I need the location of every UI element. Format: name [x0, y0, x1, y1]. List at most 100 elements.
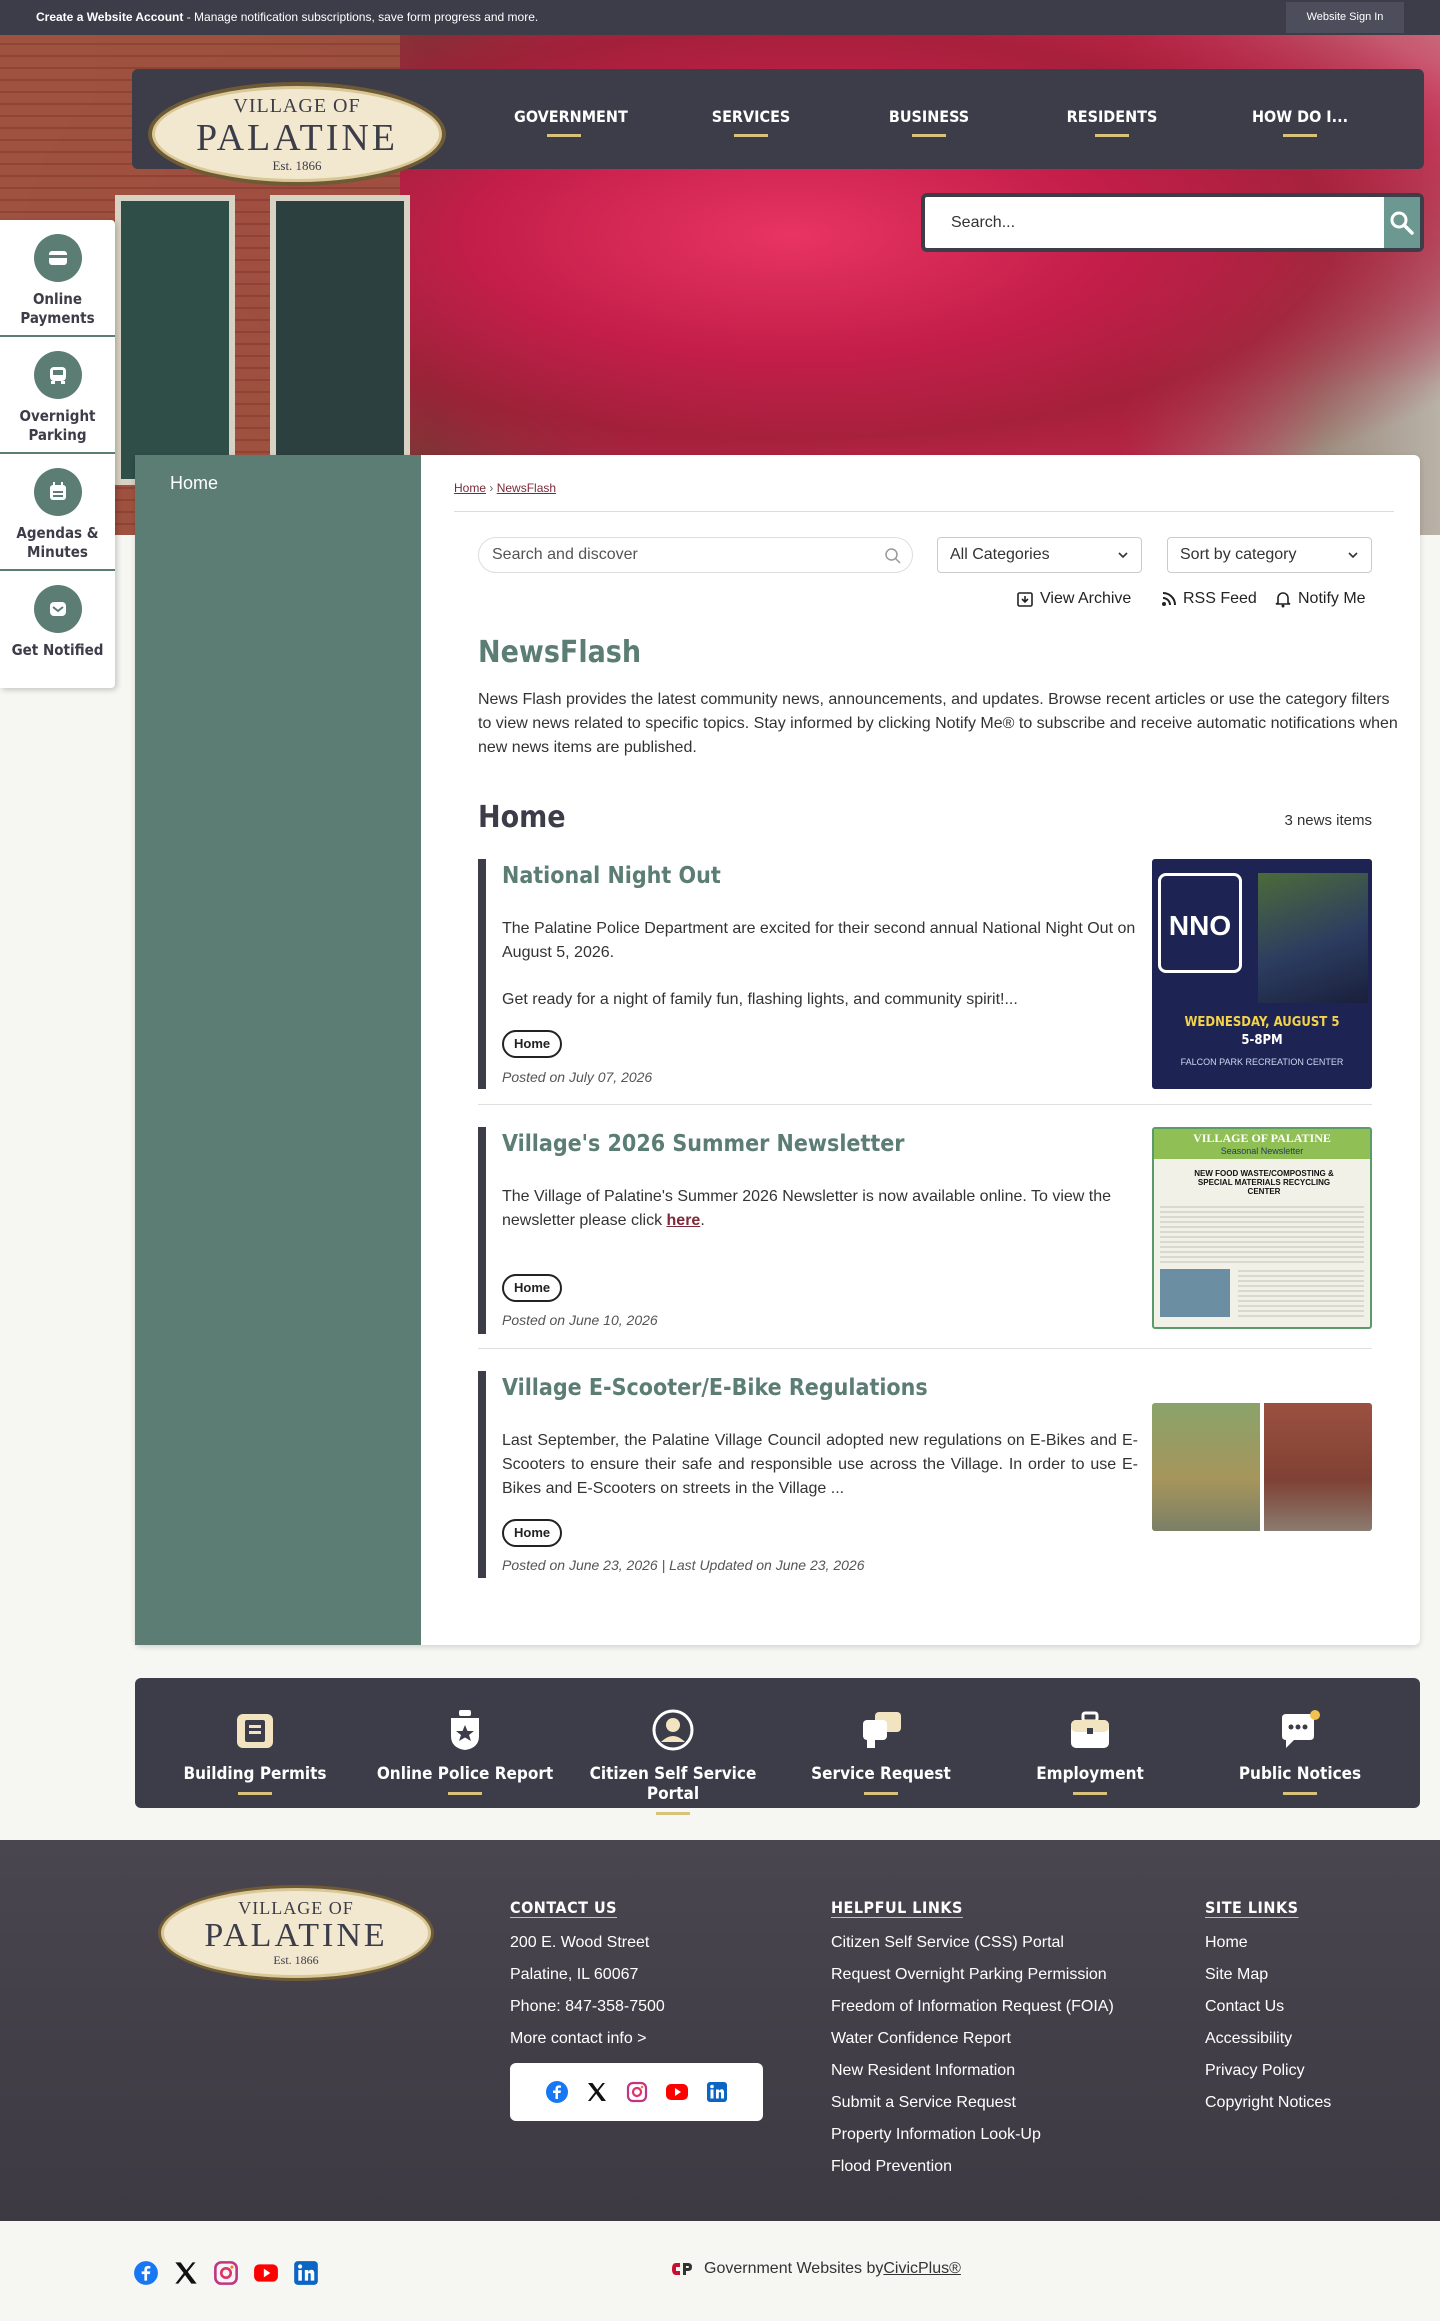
view-archive-link[interactable]: View Archive: [1016, 590, 1131, 608]
create-account-link[interactable]: Create a Website Account - Manage notifi…: [36, 10, 538, 24]
news-item-title[interactable]: National Night Out: [502, 863, 721, 889]
news-item-date: Posted on June 23, 2026 | Last Updated o…: [502, 1557, 865, 1573]
breadcrumb: Home › NewsFlash: [454, 481, 556, 495]
x-icon[interactable]: [173, 2260, 199, 2291]
instagram-icon[interactable]: [624, 2079, 650, 2105]
sort-select[interactable]: Sort by category: [1167, 537, 1372, 573]
news-item-summary: Get ready for a night of family fun, fla…: [502, 991, 1018, 1008]
quicklink-online-payments[interactable]: Online Payments: [0, 220, 115, 337]
news-item-tag[interactable]: Home: [502, 1274, 563, 1302]
footer-link[interactable]: Home: [1205, 1927, 1331, 1959]
feature-service-request[interactable]: Service Request: [781, 1706, 981, 1795]
feature-label: Citizen Self Service Portal: [589, 1764, 757, 1804]
news-item-thumbnail[interactable]: [1152, 1403, 1372, 1531]
feature-employment[interactable]: Employment: [990, 1706, 1190, 1795]
site-search-input[interactable]: [951, 211, 1331, 235]
footer-link[interactable]: New Resident Information: [831, 2055, 1114, 2087]
logo-main-text: PALATINE: [195, 116, 399, 159]
footer-link[interactable]: Flood Prevention: [831, 2151, 1114, 2183]
linkedin-icon[interactable]: [704, 2079, 730, 2105]
quicklink-label: Get Notified: [11, 641, 104, 659]
newsletter-headline: NEW FOOD WASTE/COMPOSTING & SPECIAL MATE…: [1194, 1169, 1334, 1196]
notify-me-link[interactable]: Notify Me: [1274, 590, 1366, 608]
quicklink-label: Online Payments: [20, 290, 95, 327]
footer-helpful-links: HELPFUL LINKS Citizen Self Service (CSS)…: [831, 1898, 1114, 2183]
news-item-thumbnail[interactable]: VILLAGE OF PALATINE Seasonal Newsletter …: [1152, 1127, 1372, 1329]
quicklink-get-notified[interactable]: Get Notified: [0, 571, 115, 688]
civicplus-link[interactable]: CivicPlus®: [883, 2260, 961, 2278]
site-search-button[interactable]: [1384, 197, 1420, 248]
hero-window: [270, 195, 410, 485]
bottom-social-links: [133, 2260, 319, 2291]
newsletter-link[interactable]: here: [667, 1212, 701, 1229]
x-icon[interactable]: [584, 2079, 610, 2105]
nav-services[interactable]: SERVICES: [701, 107, 801, 137]
logo-top-text: VILLAGE OF: [238, 1898, 354, 1918]
footer-link[interactable]: Privacy Policy: [1205, 2055, 1331, 2087]
category-select[interactable]: All Categories: [937, 537, 1142, 573]
section-title: Home: [478, 800, 566, 835]
footer-link[interactable]: Copyright Notices: [1205, 2087, 1331, 2119]
footer-link[interactable]: Contact Us: [1205, 1991, 1331, 2023]
footer-link[interactable]: Water Confidence Report: [831, 2023, 1114, 2055]
news-item-tag[interactable]: Home: [502, 1519, 563, 1547]
feature-public-notices[interactable]: Public Notices: [1200, 1706, 1400, 1795]
nav-underline: [1095, 134, 1129, 137]
nav-how-do-i[interactable]: HOW DO I...: [1250, 107, 1350, 137]
footer-link[interactable]: Citizen Self Service (CSS) Portal: [831, 1927, 1114, 1959]
linkedin-icon[interactable]: [293, 2260, 319, 2291]
quicklink-overnight-parking[interactable]: Overnight Parking: [0, 337, 115, 454]
logo-est-text: Est. 1866: [272, 157, 322, 173]
facebook-icon[interactable]: [544, 2079, 570, 2105]
breadcrumb-home[interactable]: Home: [454, 481, 486, 495]
footer-link[interactable]: Accessibility: [1205, 2023, 1331, 2055]
contact-city: Palatine, IL 60067: [510, 1966, 639, 1983]
quicklink-agendas-minutes[interactable]: Agendas & Minutes: [0, 454, 115, 571]
feature-label: Public Notices: [1238, 1764, 1362, 1784]
feature-label: Building Permits: [183, 1764, 327, 1784]
rss-icon: [1162, 592, 1176, 606]
sign-in-button[interactable]: Website Sign In: [1286, 2, 1404, 33]
village-logo[interactable]: VILLAGE OF PALATINE Est. 1866: [148, 82, 446, 186]
create-account-desc: - Manage notification subscriptions, sav…: [183, 10, 539, 24]
news-item-title[interactable]: Village E-Scooter/E-Bike Regulations: [502, 1375, 928, 1401]
feature-online-police-report[interactable]: Online Police Report: [365, 1706, 565, 1795]
nav-business[interactable]: BUSINESS: [879, 107, 979, 137]
footer-logo[interactable]: VILLAGE OF PALATINE Est. 1866: [158, 1885, 434, 1981]
nav-underline: [547, 134, 581, 137]
nav-government[interactable]: GOVERNMENT: [514, 107, 628, 137]
subnav-home-link[interactable]: Home: [170, 473, 218, 494]
footer-link[interactable]: Submit a Service Request: [831, 2087, 1114, 2119]
footer-link[interactable]: Property Information Look-Up: [831, 2119, 1114, 2151]
youtube-icon[interactable]: [253, 2260, 279, 2291]
rss-feed-link[interactable]: RSS Feed: [1161, 590, 1257, 608]
civicplus-logo-icon: [672, 2263, 692, 2275]
news-item: National Night Out The Palatine Police D…: [478, 859, 1372, 1089]
feature-building-permits[interactable]: Building Permits: [155, 1706, 355, 1795]
create-account-label[interactable]: Create a Website Account: [36, 10, 183, 24]
news-search-input[interactable]: [492, 546, 872, 564]
more-contact-link[interactable]: More contact info >: [510, 2023, 665, 2055]
footer-link[interactable]: Site Map: [1205, 1959, 1331, 1991]
breadcrumb-divider: [454, 511, 1394, 512]
newsletter-header-text: VILLAGE OF PALATINE: [1193, 1131, 1331, 1145]
mail-icon: [33, 585, 82, 633]
news-item-tag[interactable]: Home: [502, 1030, 563, 1058]
news-item-title[interactable]: Village's 2026 Summer Newsletter: [502, 1131, 904, 1157]
search-icon[interactable]: [884, 547, 902, 565]
news-item-bar: [478, 1371, 486, 1578]
footer-contact: CONTACT US 200 E. Wood Street Palatine, …: [510, 1898, 665, 2055]
contact-phone[interactable]: Phone: 847-358-7500: [510, 1991, 665, 2023]
news-item-thumbnail[interactable]: NNO WEDNESDAY, AUGUST 5 5-8PM FALCON PAR…: [1152, 859, 1372, 1089]
nav-residents[interactable]: RESIDENTS: [1062, 107, 1162, 137]
car-icon: [33, 351, 82, 399]
facebook-icon[interactable]: [133, 2260, 159, 2291]
instagram-icon[interactable]: [213, 2260, 239, 2291]
footer-link[interactable]: Request Overnight Parking Permission: [831, 1959, 1114, 1991]
ebike-photo: [1264, 1403, 1372, 1531]
breadcrumb-newsflash[interactable]: NewsFlash: [497, 481, 556, 495]
nav-label: RESIDENTS: [1066, 107, 1158, 126]
feature-citizen-self-service[interactable]: Citizen Self Service Portal: [573, 1706, 773, 1815]
youtube-icon[interactable]: [664, 2079, 690, 2105]
footer-link[interactable]: Freedom of Information Request (FOIA): [831, 1991, 1114, 2023]
